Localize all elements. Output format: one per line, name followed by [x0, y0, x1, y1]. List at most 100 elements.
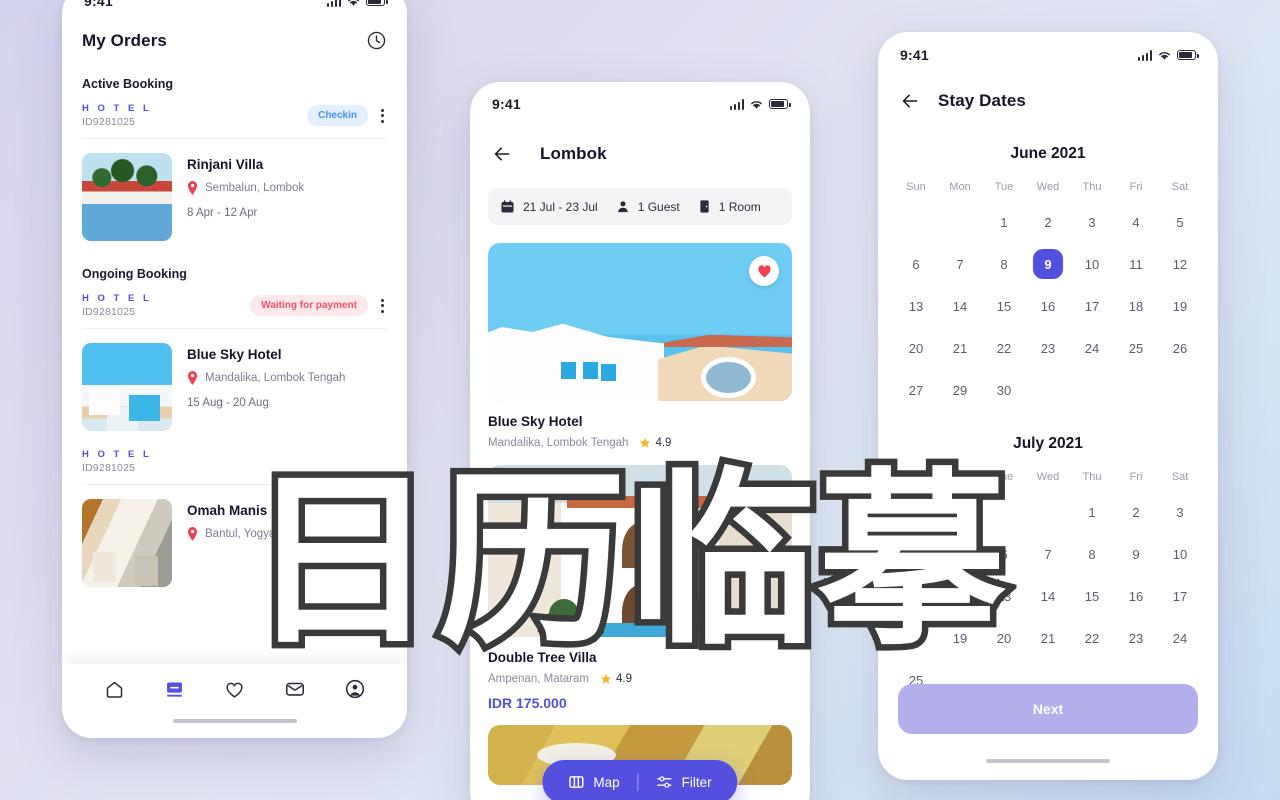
- clock-icon[interactable]: [366, 30, 387, 51]
- more-options-icon[interactable]: [378, 107, 387, 125]
- hotel-thumbnail[interactable]: [82, 499, 172, 587]
- calendar-day[interactable]: 24: [1070, 327, 1114, 369]
- battery-icon: [769, 99, 791, 109]
- hotel-thumbnail[interactable]: [82, 153, 172, 241]
- calendar-day[interactable]: 22: [982, 327, 1026, 369]
- calendar-day[interactable]: 23: [1114, 617, 1158, 659]
- battery-icon: [366, 0, 388, 6]
- status-bar: 9:41: [62, 0, 407, 18]
- more-options-icon[interactable]: [378, 297, 387, 315]
- calendar-day[interactable]: 3: [1070, 201, 1114, 243]
- calendar-dow-header: Wed: [1036, 181, 1060, 193]
- calendar-day[interactable]: 14: [938, 285, 982, 327]
- calendar-day[interactable]: 8: [1070, 533, 1114, 575]
- calendar-day[interactable]: 21: [938, 327, 982, 369]
- hotel-rating-value: 4.9: [655, 437, 672, 449]
- calendar-day[interactable]: 7: [1026, 533, 1070, 575]
- bottom-tab-bar: [62, 664, 407, 738]
- calendar-day[interactable]: 17: [1158, 575, 1202, 617]
- booking-dates: 15 Aug - 20 Aug: [187, 397, 269, 409]
- map-button[interactable]: Map: [568, 774, 620, 790]
- map-button-label: Map: [593, 774, 620, 790]
- calendar-day[interactable]: 30: [982, 369, 1026, 411]
- booking-category: H O T E L: [82, 293, 152, 304]
- calendar-day[interactable]: 15: [982, 285, 1026, 327]
- filter-rooms[interactable]: 1 Room: [698, 199, 761, 214]
- calendar-day[interactable]: 16: [1026, 285, 1070, 327]
- calendar-day[interactable]: 9: [1114, 533, 1158, 575]
- status-badge[interactable]: Waiting for payment: [250, 295, 368, 316]
- hotel-location: Sembalun, Lombok: [205, 182, 305, 194]
- calendar-day[interactable]: 16: [1114, 575, 1158, 617]
- calendar-day[interactable]: 24: [1158, 617, 1202, 659]
- calendar-day[interactable]: 20: [894, 327, 938, 369]
- tab-home[interactable]: [101, 676, 127, 702]
- hotel-rating: 4.9: [600, 673, 632, 685]
- calendar-day[interactable]: 3: [1158, 491, 1202, 533]
- filter-icon: [657, 776, 672, 788]
- battery-icon: [1177, 50, 1199, 60]
- calendar-day[interactable]: 17: [1070, 285, 1114, 327]
- calendar-day[interactable]: 10: [1158, 533, 1202, 575]
- calendar-day[interactable]: 13: [894, 285, 938, 327]
- status-badge[interactable]: Checkin: [307, 105, 368, 126]
- search-filter-bar[interactable]: 21 Jul - 23 Jul 1 Guest 1 Room: [488, 188, 792, 225]
- calendar-day[interactable]: 1: [1070, 491, 1114, 533]
- filter-button[interactable]: Filter: [657, 774, 712, 790]
- calendar-day[interactable]: 7: [938, 243, 982, 285]
- map-filter-fab: Map Filter: [542, 760, 738, 800]
- calendar-day[interactable]: 22: [1070, 617, 1114, 659]
- calendar-day[interactable]: 26: [1158, 327, 1202, 369]
- booking-card[interactable]: H O T E L ID9281025 Checkin Rinjani Vill…: [82, 99, 387, 241]
- calendar-day[interactable]: 21: [1026, 617, 1070, 659]
- calendar-day[interactable]: 25: [1114, 327, 1158, 369]
- calendar-day[interactable]: 29: [938, 369, 982, 411]
- favorite-button[interactable]: [749, 256, 779, 286]
- status-icons: [1137, 49, 1199, 61]
- calendar-day[interactable]: 14: [1026, 575, 1070, 617]
- filter-button-label: Filter: [681, 774, 712, 790]
- calendar-day[interactable]: 2: [1026, 201, 1070, 243]
- calendar-dow-header: Sat: [1171, 181, 1189, 193]
- wifi-icon: [348, 0, 359, 6]
- hotel-location: Ampenan, Mataram: [488, 673, 589, 685]
- calendar-day[interactable]: 23: [1026, 327, 1070, 369]
- calendar-day[interactable]: 5: [1158, 201, 1202, 243]
- arrow-left-icon[interactable]: [900, 91, 920, 111]
- calendar-day[interactable]: 27: [894, 369, 938, 411]
- tab-favorites[interactable]: [221, 676, 247, 702]
- calendar-day[interactable]: 1: [982, 201, 1026, 243]
- page-title: Lombok: [540, 144, 607, 163]
- calendar-day[interactable]: 8: [982, 243, 1026, 285]
- hotel-thumbnail[interactable]: [82, 343, 172, 431]
- calendar-day[interactable]: 10: [1070, 243, 1114, 285]
- calendar-day[interactable]: 19: [1158, 285, 1202, 327]
- calendar-day[interactable]: 18: [1114, 285, 1158, 327]
- hotel-price: IDR 175.000: [488, 695, 567, 711]
- calendar-grid-june[interactable]: Sun Mon Tue Wed Thu Fri Sat 1 2 3 4 5 6 7 8 9 10 11 12 13 14…: [878, 181, 1218, 411]
- calendar-dow-header: Thu: [1082, 181, 1102, 193]
- calendar-day[interactable]: 6: [894, 243, 938, 285]
- next-button[interactable]: Next: [898, 684, 1198, 734]
- calendar-day[interactable]: 2: [1114, 491, 1158, 533]
- booking-card[interactable]: H O T E L ID9281025 Waiting for payment …: [82, 289, 387, 431]
- tab-profile[interactable]: [342, 676, 368, 702]
- filter-dates[interactable]: 21 Jul - 23 Jul: [500, 199, 598, 214]
- calendar-day-selected[interactable]: 9: [1026, 243, 1070, 285]
- calendar-day[interactable]: 15: [1070, 575, 1114, 617]
- tab-orders[interactable]: [161, 676, 187, 702]
- status-bar: 9:41: [878, 32, 1218, 66]
- overlay-watermark-text: 日历临摹: [242, 452, 1013, 671]
- arrow-left-icon[interactable]: [492, 144, 512, 164]
- hotel-photo[interactable]: [488, 243, 792, 401]
- calendar-day[interactable]: 11: [1114, 243, 1158, 285]
- calendar-day[interactable]: 4: [1114, 201, 1158, 243]
- tab-inbox[interactable]: [282, 676, 308, 702]
- hotel-location: Mandalika, Lombok Tengah: [488, 437, 629, 449]
- filter-guests[interactable]: 1 Guest: [616, 199, 680, 214]
- star-icon: [600, 673, 612, 684]
- hotel-card[interactable]: Blue Sky Hotel Mandalika, Lombok Tengah …: [488, 243, 792, 449]
- user-circle-icon: [345, 679, 364, 699]
- location-pin-icon: [187, 181, 198, 195]
- calendar-day[interactable]: 12: [1158, 243, 1202, 285]
